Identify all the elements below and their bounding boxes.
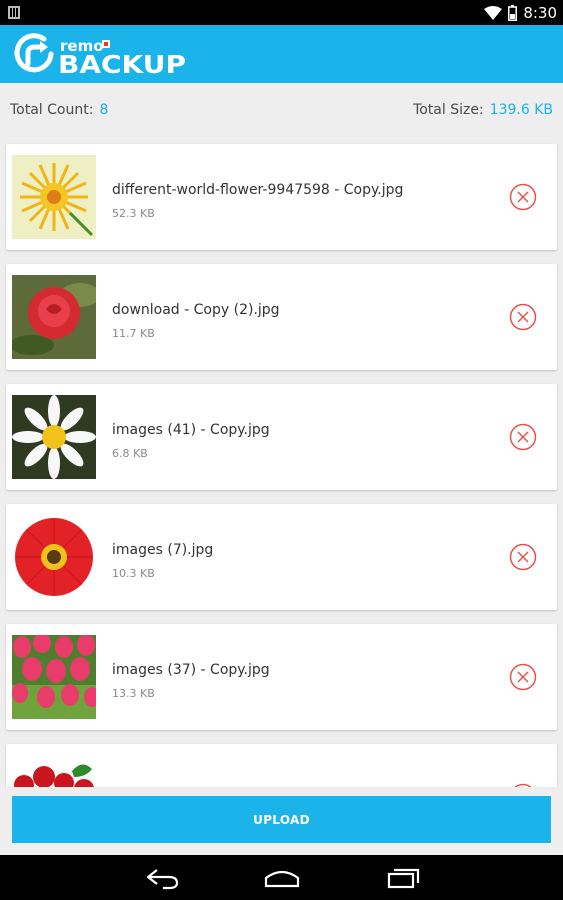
list-item[interactable]: download - Copy (2).jpg 11.7 KB [6,264,557,370]
total-count: Total Count: 8 [10,102,108,118]
status-bar: 8:30 [0,0,563,25]
file-name: images (37) - Copy.jpg [112,662,270,678]
remove-circle-icon[interactable] [509,183,537,211]
pink-tulips-icon [12,635,96,719]
red-rose-icon [12,275,96,359]
red-gerbera-icon [12,515,96,599]
file-size: 52.3 KB [112,207,155,220]
brand-large: BACKUP [58,50,186,75]
upload-area: UPLOAD [0,787,563,855]
list-item[interactable]: images (37) - Copy.jpg 13.3 KB [6,624,557,730]
yellow-flower-icon [12,155,96,239]
white-daisy-icon [12,395,96,479]
remove-circle-icon[interactable] [509,303,537,331]
navigation-bar [0,855,563,900]
total-size: Total Size: 139.6 KB [413,102,553,118]
upload-button[interactable]: UPLOAD [12,796,551,843]
sim-icon [8,6,20,19]
file-name: download - Copy (2).jpg [112,302,280,318]
list-item[interactable]: images (41) - Copy.jpg 6.8 KB [6,384,557,490]
wifi-icon [484,5,503,20]
red-roses-bouquet-icon [12,755,96,787]
file-name: images (7).jpg [112,542,214,558]
list-item[interactable]: images (7).jpg 10.3 KB [6,504,557,610]
remove-circle-icon[interactable] [509,423,537,451]
file-list[interactable]: different-world-flower-9947598 - Copy.jp… [0,137,563,787]
total-count-value: 8 [99,102,109,118]
list-item[interactable]: different-world-flower-9947598 - Copy.jp… [6,144,557,250]
total-size-value: 139.6 KB [489,102,553,118]
app-bar: remo BACKUP [0,25,563,83]
battery-icon [508,4,518,21]
remo-backup-logo: remo BACKUP [14,33,186,75]
recent-apps-icon[interactable] [383,866,423,890]
file-size: 10.3 KB [112,567,155,580]
summary-bar: Total Count: 8 Total Size: 139.6 KB [0,83,563,137]
backup-logo-icon [14,33,54,73]
file-size: 11.7 KB [112,327,155,340]
file-name: different-world-flower-9947598 - Copy.jp… [112,182,404,198]
file-size: 6.8 KB [112,447,148,460]
file-name: images (41) - Copy.jpg [112,422,270,438]
remove-circle-icon[interactable] [509,663,537,691]
total-count-label: Total Count: [10,102,94,118]
remove-circle-icon[interactable] [509,543,537,571]
list-item[interactable] [6,744,557,787]
file-size: 13.3 KB [112,687,155,700]
home-icon[interactable] [262,866,302,890]
total-size-label: Total Size: [413,102,484,118]
back-icon[interactable] [143,866,183,890]
status-time: 8:30 [523,3,557,22]
